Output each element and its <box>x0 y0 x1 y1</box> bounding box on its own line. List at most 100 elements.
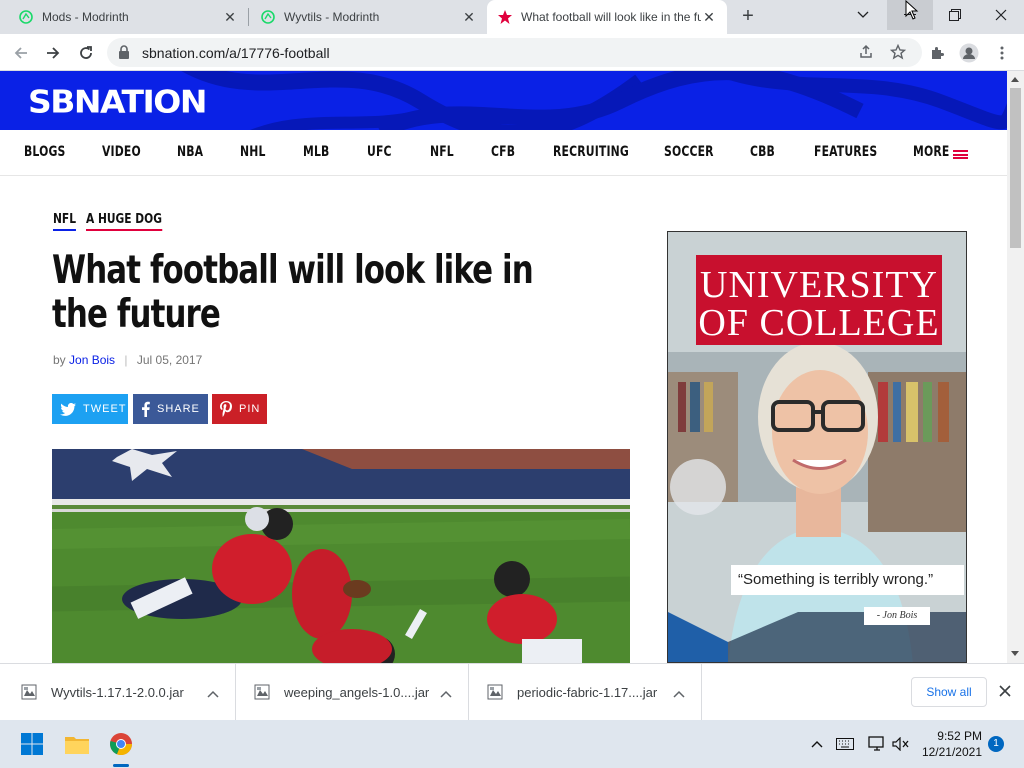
tab-title: Mods - Modrinth <box>42 10 129 24</box>
download-shelf: Wyvtils-1.17.1-2.0.0.jar weeping_angels-… <box>0 663 1024 721</box>
download-filename: Wyvtils-1.17.1-2.0.0.jar <box>51 685 184 700</box>
facebook-icon <box>141 401 150 417</box>
nav-cbb[interactable]: CBB <box>750 144 775 160</box>
tab-close-icon[interactable]: ✕ <box>222 9 238 25</box>
author-link[interactable]: Jon Bois <box>69 353 115 367</box>
close-download-shelf-icon[interactable] <box>998 684 1012 703</box>
mouse-cursor-icon <box>905 0 919 25</box>
download-filename: periodic-fabric-1.17....jar <box>517 685 658 700</box>
nav-cfb[interactable]: CFB <box>491 144 515 160</box>
download-item[interactable]: Wyvtils-1.17.1-2.0.0.jar <box>3 664 236 721</box>
reload-button[interactable] <box>73 40 99 66</box>
tray-overflow-chevron-icon[interactable] <box>806 734 828 754</box>
clock-date: 12/21/2021 <box>921 745 982 759</box>
nav-features[interactable]: FEATURES <box>814 144 877 160</box>
article-tag-a-huge-dog[interactable]: A HUGE DOG <box>86 212 162 231</box>
sbnation-logo[interactable]: SBNATION <box>28 83 207 120</box>
windows-start-icon[interactable] <box>16 728 48 760</box>
browser-tab-strip: Mods - Modrinth ✕ Wyvtils - Modrinth ✕ W… <box>0 0 1024 34</box>
nav-ufc[interactable]: UFC <box>367 144 392 160</box>
back-button[interactable] <box>8 40 34 66</box>
tab-search-chevron-icon[interactable] <box>840 0 886 30</box>
ad-quote: “Something is terribly wrong.” <box>731 565 964 595</box>
nav-recruiting[interactable]: RECRUITING <box>553 144 629 160</box>
new-tab-button[interactable]: + <box>737 5 759 29</box>
tab-wyvtils-modrinth[interactable]: Wyvtils - Modrinth ✕ <box>250 0 487 34</box>
nav-nba[interactable]: NBA <box>177 144 203 160</box>
pinterest-pin-button[interactable]: PIN <box>212 394 267 424</box>
system-clock[interactable]: 9:52 PM 12/21/2021 <box>916 728 982 760</box>
extensions-puzzle-icon[interactable] <box>925 41 949 65</box>
tab-close-icon[interactable]: ✕ <box>701 9 717 25</box>
nav-blogs[interactable]: BLOGS <box>24 144 65 160</box>
notification-badge[interactable]: 1 <box>988 736 1004 752</box>
forward-button[interactable] <box>40 40 66 66</box>
chevron-up-icon[interactable] <box>440 685 452 703</box>
byline-separator: | <box>124 353 128 367</box>
article-tag-nfl[interactable]: NFL <box>53 212 76 231</box>
jar-file-icon <box>487 684 503 705</box>
show-all-downloads-button[interactable]: Show all <box>911 677 987 707</box>
clock-time: 9:52 PM <box>937 729 982 743</box>
windows-taskbar: 9:52 PM 12/21/2021 1 <box>0 720 1024 768</box>
restore-button[interactable] <box>932 0 978 30</box>
site-nav: BLOGS VIDEO NBA NHL MLB UFC NFL CFB RECR… <box>0 130 1007 176</box>
url-text[interactable]: sbnation.com/a/17776-football <box>142 45 330 61</box>
address-bar[interactable]: sbnation.com/a/17776-football <box>107 38 922 67</box>
pin-label: PIN <box>239 403 261 415</box>
file-explorer-icon[interactable] <box>61 728 93 760</box>
page-scrollbar[interactable] <box>1007 71 1024 663</box>
ad-signature: - Jon Bois <box>864 607 930 625</box>
modrinth-icon <box>18 9 34 25</box>
more-menu-icon[interactable] <box>953 150 968 159</box>
scroll-up-arrow-icon[interactable] <box>1011 77 1019 82</box>
article-byline: by Jon Bois | Jul 05, 2017 <box>53 353 202 367</box>
tab-title: What football will look like in the futu… <box>521 10 701 24</box>
page-viewport: SBNATION BLOGS VIDEO NBA NHL MLB UFC NFL… <box>0 71 1007 663</box>
chrome-icon[interactable] <box>105 728 137 760</box>
jar-file-icon <box>254 684 270 705</box>
tab-title: Wyvtils - Modrinth <box>284 10 380 24</box>
tab-mods-modrinth[interactable]: Mods - Modrinth ✕ <box>8 0 248 34</box>
nav-video[interactable]: VIDEO <box>102 144 141 160</box>
network-monitor-icon[interactable] <box>866 734 888 754</box>
tab-close-icon[interactable]: ✕ <box>461 9 477 25</box>
share-label: SHARE <box>157 403 200 415</box>
jar-file-icon <box>21 684 37 705</box>
scroll-down-arrow-icon[interactable] <box>1011 651 1019 656</box>
article-headline: What football will look like in the futu… <box>52 248 534 337</box>
profile-avatar-icon[interactable] <box>957 41 981 65</box>
university-of-college-ad[interactable]: UNIVERSITY OF COLLEGE “Something is terr… <box>667 231 967 663</box>
nav-nfl[interactable]: NFL <box>430 144 454 160</box>
download-item[interactable]: periodic-fabric-1.17....jar <box>469 664 702 721</box>
nav-more[interactable]: MORE <box>913 144 949 160</box>
scrollbar-thumb[interactable] <box>1010 88 1021 248</box>
modrinth-icon <box>260 9 276 25</box>
chevron-up-icon[interactable] <box>673 685 685 703</box>
byline-prefix: by <box>53 353 66 367</box>
nav-soccer[interactable]: SOCCER <box>664 144 714 160</box>
close-window-button[interactable] <box>978 0 1024 30</box>
active-app-indicator <box>113 764 129 767</box>
article-date: Jul 05, 2017 <box>136 353 203 367</box>
kebab-menu-icon[interactable] <box>990 41 1014 65</box>
sbnation-masthead: SBNATION <box>0 71 1007 130</box>
download-item[interactable]: weeping_angels-1.0....jar <box>236 664 469 721</box>
speaker-muted-icon[interactable] <box>890 734 912 754</box>
keyboard-icon[interactable] <box>834 734 856 754</box>
sbnation-star-icon <box>497 9 513 25</box>
bookmark-star-icon[interactable] <box>889 43 907 65</box>
nav-mlb[interactable]: MLB <box>303 144 329 160</box>
tab-divider <box>248 8 249 26</box>
facebook-share-button[interactable]: SHARE <box>133 394 208 424</box>
download-filename: weeping_angels-1.0....jar <box>284 685 430 700</box>
lock-icon[interactable] <box>118 45 130 64</box>
tweet-button[interactable]: TWEET <box>52 394 128 424</box>
ad-logo: UNIVERSITY OF COLLEGE <box>696 255 942 345</box>
tab-sbnation-article[interactable]: What football will look like in the futu… <box>487 0 727 34</box>
pinterest-icon <box>220 401 232 417</box>
nav-nhl[interactable]: NHL <box>240 144 266 160</box>
chevron-up-icon[interactable] <box>207 685 219 703</box>
tweet-label: TWEET <box>83 403 127 415</box>
share-icon[interactable] <box>858 44 874 65</box>
